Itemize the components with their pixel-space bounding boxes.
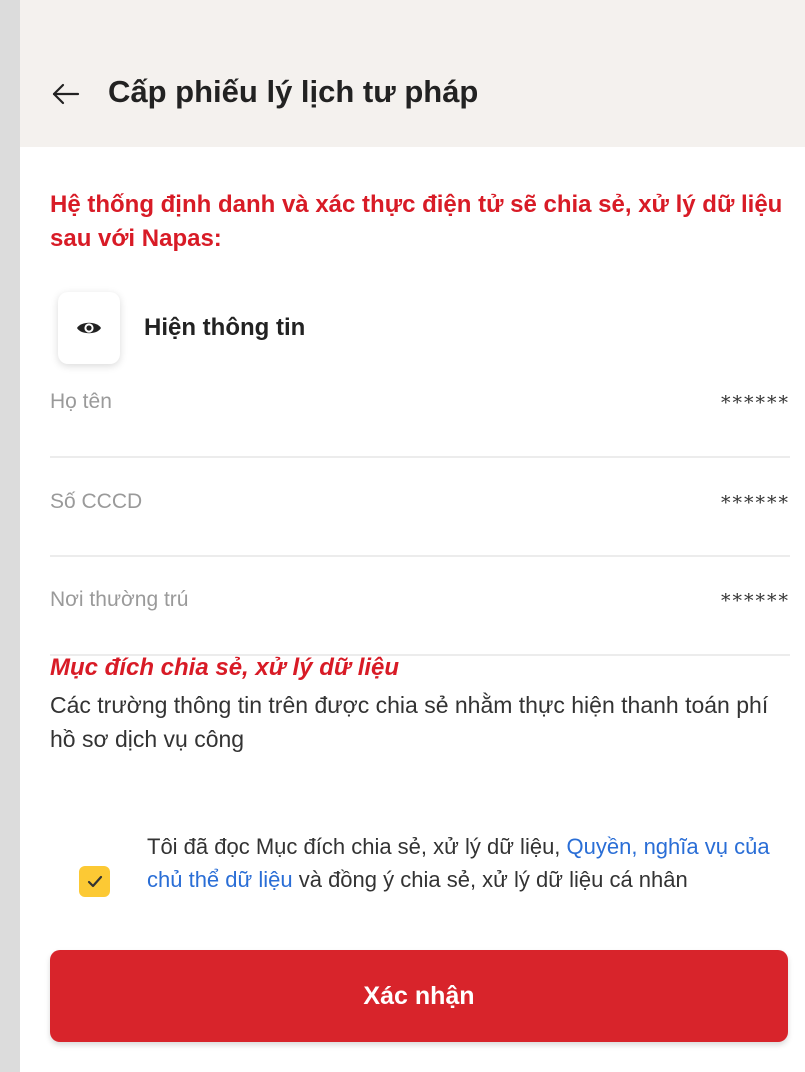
arrow-left-icon[interactable]	[50, 78, 82, 110]
field-value-masked: ******	[721, 590, 790, 612]
sharing-notice: Hệ thống định danh và xác thực điện tử s…	[50, 191, 783, 252]
field-value-masked: ******	[721, 492, 790, 514]
app-header: Cấp phiếu lý lịch tư pháp	[20, 0, 805, 147]
field-label: Số CCCD	[50, 490, 143, 513]
divider	[50, 456, 790, 458]
divider	[50, 555, 790, 557]
field-row-id-number: Số CCCD ******	[50, 478, 790, 538]
eye-button[interactable]	[58, 292, 120, 364]
consent-text-after: và đồng ý chia sẻ, xử lý dữ liệu cá nhân	[292, 867, 688, 892]
screen: Cấp phiếu lý lịch tư pháp Hệ thống định …	[20, 0, 805, 1072]
purpose-title: Mục đích chia sẻ, xử lý dữ liệu	[50, 654, 400, 681]
field-row-address: Nơi thường trú ******	[50, 576, 790, 636]
field-value-masked: ******	[721, 392, 790, 414]
consent-text-before: Tôi đã đọc Mục đích chia sẻ, xử lý dữ li…	[147, 834, 567, 859]
confirm-button[interactable]: Xác nhận	[50, 950, 788, 1042]
field-label: Họ tên	[50, 390, 112, 413]
consent-text: Tôi đã đọc Mục đích chia sẻ, xử lý dữ li…	[147, 830, 787, 896]
check-icon	[87, 875, 102, 888]
purpose-description: Các trường thông tin trên được chia sẻ n…	[50, 692, 769, 752]
field-row-fullname: Họ tên ******	[50, 378, 790, 438]
eye-icon	[77, 322, 101, 334]
page-title: Cấp phiếu lý lịch tư pháp	[108, 74, 479, 109]
consent-checkbox[interactable]	[79, 866, 110, 897]
show-info-toggle[interactable]: Hiện thông tin	[58, 290, 305, 366]
show-info-label: Hiện thông tin	[144, 314, 306, 341]
field-label: Nơi thường trú	[50, 588, 189, 611]
